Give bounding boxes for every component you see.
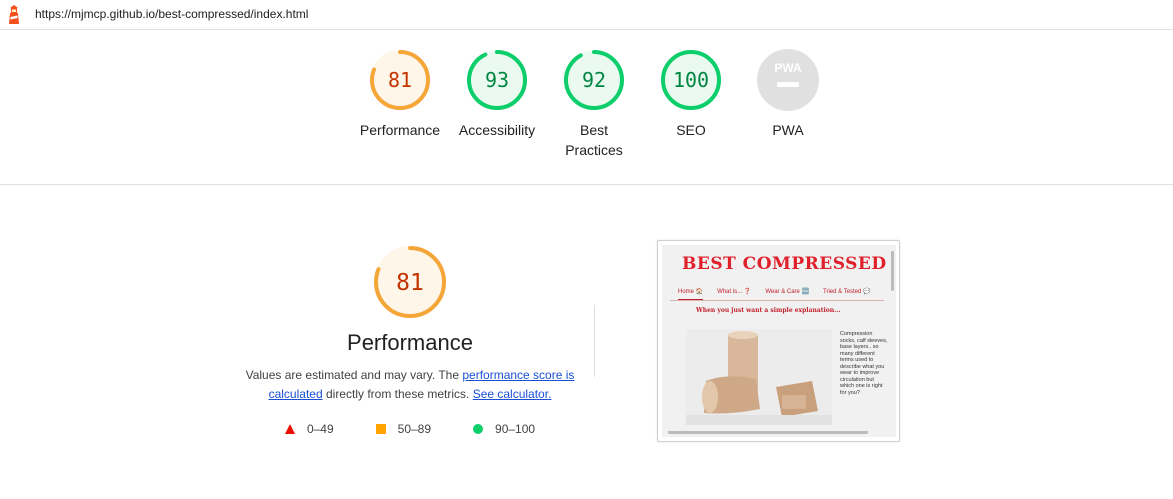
horizontal-scrollbar[interactable] <box>668 431 868 434</box>
site-nav-item[interactable]: Tried & Tested 💬 <box>823 288 871 300</box>
gauge-score: 81 <box>388 68 412 92</box>
gauge-score: 92 <box>582 68 606 92</box>
legend-item-triangle: 0–49 <box>284 422 334 436</box>
site-nav-item[interactable]: What is... ❓ <box>717 288 751 300</box>
performance-summary: 81 Performance Values are estimated and … <box>230 244 590 436</box>
legend-item-square: 50–89 <box>375 422 432 436</box>
address-bar: https://mjmcp.github.io/best-compressed/… <box>0 0 1173 30</box>
pwa-dash-icon <box>777 82 799 87</box>
gauge-pwa[interactable]: PWA PWA <box>740 48 836 140</box>
performance-description: Values are estimated and may vary. The p… <box>230 366 590 404</box>
score-legend: 0–49 50–89 90–100 <box>230 422 590 436</box>
gauge-best-practices[interactable]: 92 Best Practices <box>546 48 642 160</box>
pwa-badge-bg <box>757 49 819 111</box>
vertical-divider <box>594 305 595 377</box>
legend-item-circle: 90–100 <box>473 422 535 436</box>
gauge-score: 100 <box>673 68 709 92</box>
gauge-seo[interactable]: 100 SEO <box>643 48 739 140</box>
gauge-accessibility[interactable]: 93 Accessibility <box>449 48 545 140</box>
triangle-icon <box>284 424 295 434</box>
gauge-score: 93 <box>485 68 509 92</box>
url-text[interactable]: https://mjmcp.github.io/best-compressed/… <box>35 7 308 21</box>
gauge-label: Accessibility <box>458 122 536 138</box>
legend-range: 0–49 <box>306 422 334 436</box>
category-gauges: 81 Performance 93 Accessibility 92 Best Pract… <box>0 48 1173 168</box>
desc-prefix: Values are estimated and may vary. The <box>245 368 463 382</box>
final-screenshot[interactable]: BEST COMPRESSED Home 🏠 What is... ❓ Wear &… <box>657 240 900 442</box>
performance-gauge: 81 <box>374 246 446 318</box>
nav-divider <box>670 300 884 301</box>
site-nav-item[interactable]: Home 🏠 <box>678 288 704 300</box>
gauge-ring: 100 <box>661 50 721 110</box>
bandage-illustration <box>686 329 832 425</box>
intro-text: Compression socks, calf sleeves, base la… <box>840 331 888 396</box>
square-icon <box>375 424 386 434</box>
gauge-ring: PWA <box>757 49 819 111</box>
site-brand: BEST COMPRESSED <box>682 254 887 274</box>
gauge-label: SEO <box>676 122 706 138</box>
gauge-score: 81 <box>396 270 424 296</box>
gauge-label: PWA <box>772 122 804 138</box>
site-nav-item[interactable]: Wear & Care 🆒 <box>765 288 809 300</box>
see-calculator-link[interactable]: See calculator. <box>473 387 552 401</box>
gauge-ring: 92 <box>564 50 624 110</box>
bandage-photo <box>686 329 832 425</box>
gauge-ring: 81 <box>370 50 430 110</box>
vertical-scrollbar[interactable] <box>891 251 894 291</box>
section-divider <box>0 184 1173 185</box>
legend-range: 50–89 <box>397 422 432 436</box>
screenshot-viewport: BEST COMPRESSED Home 🏠 What is... ❓ Wear &… <box>662 245 896 437</box>
site-nav: Home 🏠 What is... ❓ Wear & Care 🆒 Tried & T… <box>678 288 871 300</box>
pwa-badge-text: PWA <box>774 61 802 75</box>
lighthouse-logo-icon <box>9 5 19 24</box>
legend-range: 90–100 <box>495 422 536 436</box>
gauge-label: Best Practices <box>565 122 623 158</box>
performance-title: Performance <box>347 330 473 355</box>
site-tagline: When you just want a simple explanation.… <box>696 307 841 314</box>
gauge-label: Performance <box>359 122 441 138</box>
circle-icon <box>473 424 484 434</box>
gauge-ring: 93 <box>467 50 527 110</box>
desc-middle: directly from these metrics. <box>322 387 473 401</box>
gauge-performance[interactable]: 81 Performance <box>352 48 448 140</box>
